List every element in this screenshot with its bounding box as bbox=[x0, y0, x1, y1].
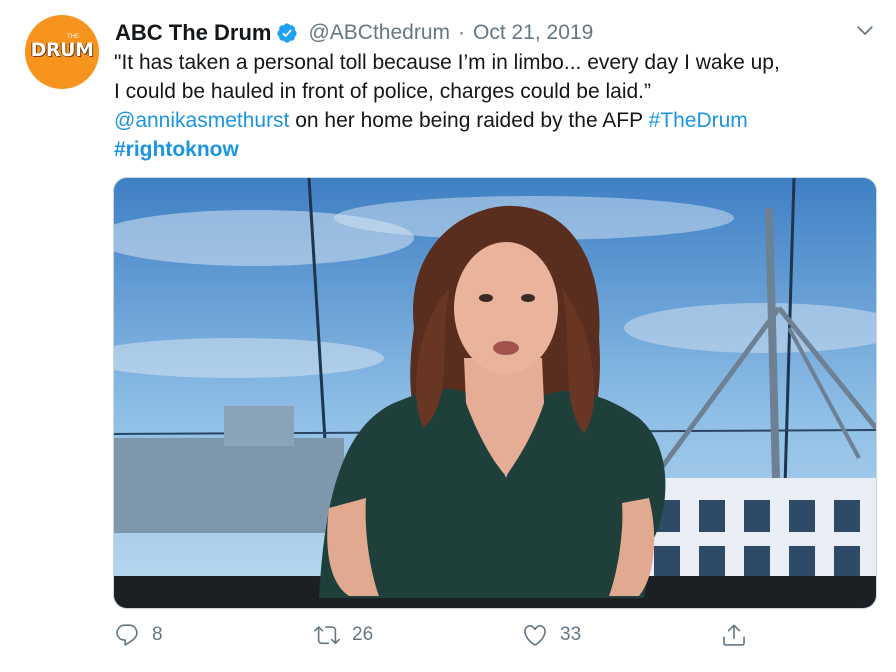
author-handle[interactable]: @ABCthedrum bbox=[308, 21, 450, 45]
verified-badge-icon bbox=[277, 23, 298, 43]
tweet-text-line-1: "It has taken a personal toll because I’… bbox=[114, 51, 780, 74]
author-name[interactable]: ABC The Drum bbox=[115, 20, 271, 46]
retweet-button[interactable]: 26 bbox=[314, 620, 373, 650]
tweet-card[interactable]: THE DRUM ABC The Drum @ABCthedrum · Oct … bbox=[0, 0, 896, 672]
hashtag-thedrum-link[interactable]: #TheDrum bbox=[649, 109, 748, 132]
tweet-date[interactable]: Oct 21, 2019 bbox=[473, 21, 593, 45]
retweet-count: 26 bbox=[352, 624, 374, 645]
share-icon bbox=[723, 624, 745, 646]
share-button[interactable] bbox=[721, 620, 759, 650]
tweet-text-line-3: @annikasmethurst on her home being raide… bbox=[114, 106, 884, 135]
mention-link[interactable]: @annikasmethurst bbox=[114, 109, 289, 132]
reply-button[interactable]: 8 bbox=[114, 620, 163, 650]
avatar[interactable]: THE DRUM bbox=[25, 15, 99, 89]
tweet-header: ABC The Drum @ABCthedrum · Oct 21, 2019 bbox=[115, 18, 593, 48]
like-button[interactable]: 33 bbox=[522, 620, 581, 650]
tweet-text: "It has taken a personal toll because I’… bbox=[114, 48, 884, 164]
avatar-logo-text: DRUM bbox=[30, 39, 94, 61]
like-count: 33 bbox=[560, 624, 582, 645]
tweet-text-line-2: I could be hauled in front of police, ch… bbox=[114, 80, 652, 103]
tweet-video-media[interactable] bbox=[113, 177, 877, 609]
separator-dot: · bbox=[458, 21, 465, 44]
hashtag-righttoknow-link[interactable]: #rightoknow bbox=[114, 138, 239, 161]
chevron-down-icon[interactable] bbox=[856, 22, 874, 40]
video-frame-image bbox=[114, 178, 876, 608]
reply-count: 8 bbox=[152, 624, 163, 645]
tweet-text-middle: on her home being raided by the AFP bbox=[289, 109, 649, 132]
like-icon bbox=[524, 624, 546, 646]
reply-icon bbox=[116, 624, 138, 646]
retweet-icon bbox=[314, 626, 340, 645]
tweet-actions: 8 26 33 bbox=[114, 620, 754, 650]
